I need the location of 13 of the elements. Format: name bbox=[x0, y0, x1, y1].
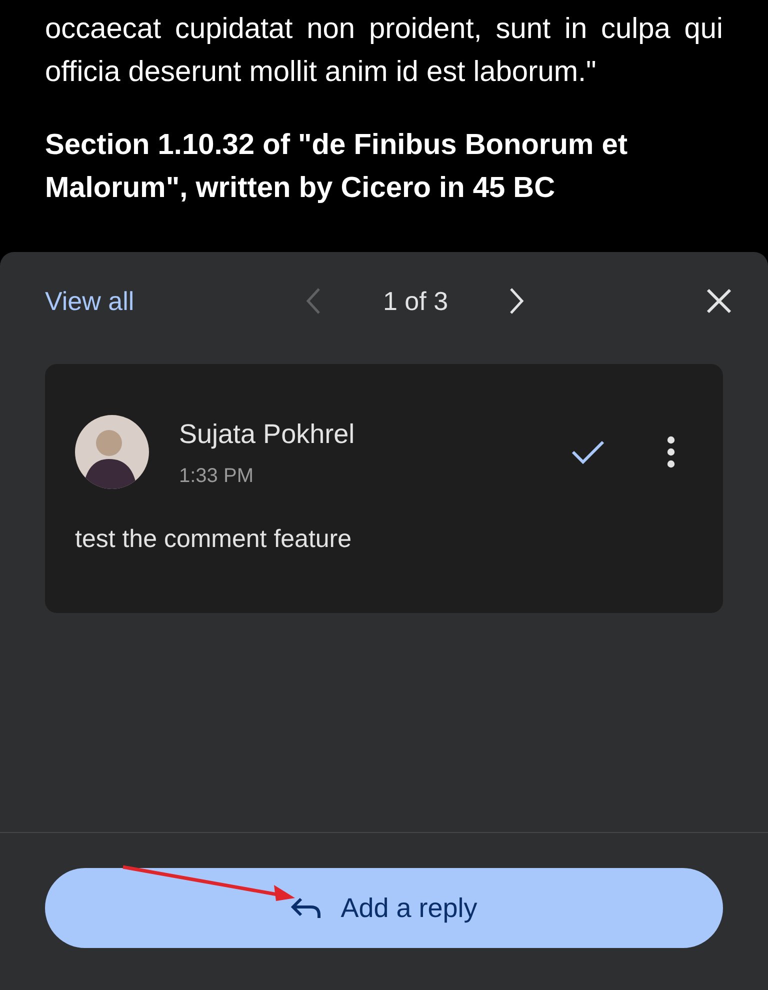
comment-time: 1:33 PM bbox=[179, 464, 254, 488]
more-options-icon[interactable] bbox=[667, 436, 675, 468]
reply-icon bbox=[290, 897, 321, 919]
comment-counter: 1 of 3 bbox=[382, 284, 450, 318]
view-all-link[interactable]: View all bbox=[45, 282, 235, 320]
add-reply-button[interactable]: Add a reply bbox=[45, 868, 723, 948]
author-name: Sujata Pokhrel bbox=[179, 418, 355, 451]
checkmark-icon[interactable] bbox=[571, 440, 605, 464]
body-paragraph: occaecat cupidatat non proident, sunt in culpa qui officia deserunt mollit anim id est laborum." bbox=[45, 12, 723, 90]
comment-text: test the comment feature bbox=[75, 524, 353, 554]
chevron-right-icon[interactable] bbox=[508, 287, 526, 315]
section-heading: Section 1.10.32 of "de Finibus Bonorum et Malorum", written by Cicero in 45 BC bbox=[45, 128, 629, 206]
close-icon[interactable] bbox=[706, 288, 732, 314]
